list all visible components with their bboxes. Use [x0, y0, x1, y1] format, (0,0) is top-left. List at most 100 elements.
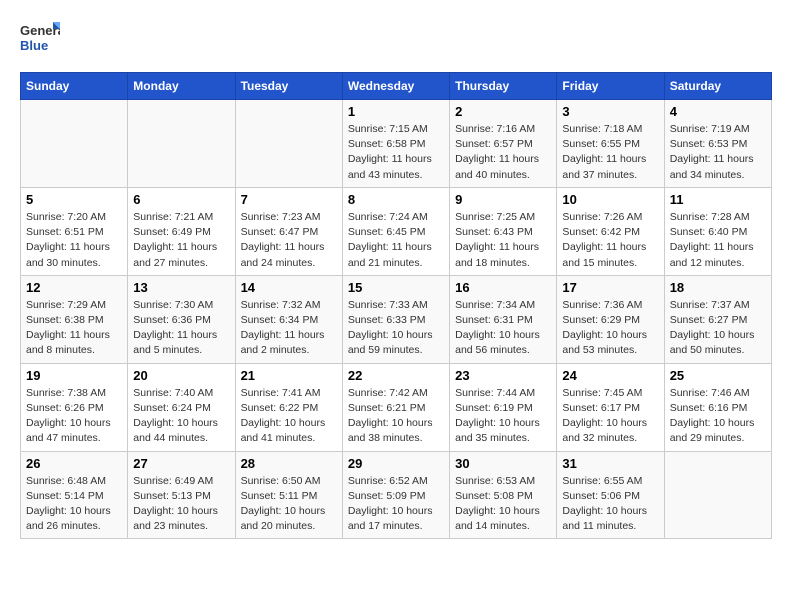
- header-saturday: Saturday: [664, 73, 771, 100]
- day-info: Sunrise: 7:42 AM Sunset: 6:21 PM Dayligh…: [348, 386, 444, 447]
- day-info: Sunrise: 7:16 AM Sunset: 6:57 PM Dayligh…: [455, 122, 551, 183]
- day-number: 9: [455, 192, 551, 207]
- calendar-cell: 17 Sunrise: 7:36 AM Sunset: 6:29 PM Dayli…: [557, 275, 664, 363]
- day-info: Sunrise: 7:33 AM Sunset: 6:33 PM Dayligh…: [348, 298, 444, 359]
- header-wednesday: Wednesday: [342, 73, 449, 100]
- calendar-cell: 10Sunrise: 7:26 AM Sunset: 6:42 PM Dayli…: [557, 187, 664, 275]
- week-row-3: 12 Sunrise: 7:29 AM Sunset: 6:38 PM Dayli…: [21, 275, 772, 363]
- day-info: Sunrise: 6:52 AM Sunset: 5:09 PM Dayligh…: [348, 474, 444, 535]
- day-info: Sunrise: 7:41 AM Sunset: 6:22 PM Dayligh…: [241, 386, 337, 447]
- calendar-cell: 6Sunrise: 7:21 AM Sunset: 6:49 PM Daylig…: [128, 187, 235, 275]
- calendar-cell: 18Sunrise: 7:37 AM Sunset: 6:27 PM Dayli…: [664, 275, 771, 363]
- calendar-cell: 20 Sunrise: 7:40 AM Sunset: 6:24 PM Dayli…: [128, 363, 235, 451]
- header-sunday: Sunday: [21, 73, 128, 100]
- calendar-cell: 15 Sunrise: 7:33 AM Sunset: 6:33 PM Dayli…: [342, 275, 449, 363]
- day-number: 21: [241, 368, 337, 383]
- day-number: 25: [670, 368, 766, 383]
- calendar-cell: [235, 100, 342, 188]
- day-number: 30: [455, 456, 551, 471]
- day-number: 15: [348, 280, 444, 295]
- calendar-cell: 11 Sunrise: 7:28 AM Sunset: 6:40 PM Dayli…: [664, 187, 771, 275]
- day-number: 27: [133, 456, 229, 471]
- day-number: 20: [133, 368, 229, 383]
- calendar-cell: [128, 100, 235, 188]
- calendar-header: SundayMondayTuesdayWednesdayThursdayFrid…: [21, 73, 772, 100]
- day-number: 13: [133, 280, 229, 295]
- day-info: Sunrise: 6:55 AM Sunset: 5:06 PM Dayligh…: [562, 474, 658, 535]
- day-number: 8: [348, 192, 444, 207]
- calendar-cell: 26Sunrise: 6:48 AM Sunset: 5:14 PM Dayli…: [21, 451, 128, 539]
- day-number: 12: [26, 280, 122, 295]
- day-info: Sunrise: 7:25 AM Sunset: 6:43 PM Dayligh…: [455, 210, 551, 271]
- calendar-cell: 22 Sunrise: 7:42 AM Sunset: 6:21 PM Dayli…: [342, 363, 449, 451]
- day-info: Sunrise: 7:19 AM Sunset: 6:53 PM Dayligh…: [670, 122, 766, 183]
- day-info: Sunrise: 7:23 AM Sunset: 6:47 PM Dayligh…: [241, 210, 337, 271]
- header-monday: Monday: [128, 73, 235, 100]
- calendar-body: 1 Sunrise: 7:15 AM Sunset: 6:58 PM Daylig…: [21, 100, 772, 539]
- calendar-cell: 8 Sunrise: 7:24 AM Sunset: 6:45 PM Daylig…: [342, 187, 449, 275]
- day-info: Sunrise: 7:44 AM Sunset: 6:19 PM Dayligh…: [455, 386, 551, 447]
- day-number: 23: [455, 368, 551, 383]
- day-number: 2: [455, 104, 551, 119]
- calendar-cell: 24Sunrise: 7:45 AM Sunset: 6:17 PM Dayli…: [557, 363, 664, 451]
- day-number: 24: [562, 368, 658, 383]
- calendar-cell: 23 Sunrise: 7:44 AM Sunset: 6:19 PM Dayli…: [450, 363, 557, 451]
- calendar-cell: 4Sunrise: 7:19 AM Sunset: 6:53 PM Daylig…: [664, 100, 771, 188]
- day-number: 1: [348, 104, 444, 119]
- day-number: 7: [241, 192, 337, 207]
- day-number: 17: [562, 280, 658, 295]
- day-number: 3: [562, 104, 658, 119]
- day-info: Sunrise: 7:18 AM Sunset: 6:55 PM Dayligh…: [562, 122, 658, 183]
- calendar-cell: 9 Sunrise: 7:25 AM Sunset: 6:43 PM Daylig…: [450, 187, 557, 275]
- day-info: Sunrise: 7:40 AM Sunset: 6:24 PM Dayligh…: [133, 386, 229, 447]
- calendar-cell: 16 Sunrise: 7:34 AM Sunset: 6:31 PM Dayli…: [450, 275, 557, 363]
- day-number: 18: [670, 280, 766, 295]
- day-info: Sunrise: 7:46 AM Sunset: 6:16 PM Dayligh…: [670, 386, 766, 447]
- week-row-1: 1 Sunrise: 7:15 AM Sunset: 6:58 PM Daylig…: [21, 100, 772, 188]
- calendar-table: SundayMondayTuesdayWednesdayThursdayFrid…: [20, 72, 772, 539]
- svg-text:Blue: Blue: [20, 38, 48, 53]
- day-info: Sunrise: 7:30 AM Sunset: 6:36 PM Dayligh…: [133, 298, 229, 359]
- day-info: Sunrise: 7:29 AM Sunset: 6:38 PM Dayligh…: [26, 298, 122, 359]
- day-info: Sunrise: 6:49 AM Sunset: 5:13 PM Dayligh…: [133, 474, 229, 535]
- logo-icon: GeneralBlue: [20, 20, 60, 56]
- day-info: Sunrise: 6:50 AM Sunset: 5:11 PM Dayligh…: [241, 474, 337, 535]
- calendar-cell: 31Sunrise: 6:55 AM Sunset: 5:06 PM Dayli…: [557, 451, 664, 539]
- day-number: 6: [133, 192, 229, 207]
- day-info: Sunrise: 7:28 AM Sunset: 6:40 PM Dayligh…: [670, 210, 766, 271]
- calendar-cell: 14Sunrise: 7:32 AM Sunset: 6:34 PM Dayli…: [235, 275, 342, 363]
- day-number: 19: [26, 368, 122, 383]
- day-info: Sunrise: 7:36 AM Sunset: 6:29 PM Dayligh…: [562, 298, 658, 359]
- day-number: 11: [670, 192, 766, 207]
- day-number: 10: [562, 192, 658, 207]
- day-info: Sunrise: 7:20 AM Sunset: 6:51 PM Dayligh…: [26, 210, 122, 271]
- header-thursday: Thursday: [450, 73, 557, 100]
- calendar-cell: 28 Sunrise: 6:50 AM Sunset: 5:11 PM Dayli…: [235, 451, 342, 539]
- day-number: 14: [241, 280, 337, 295]
- calendar-cell: 29 Sunrise: 6:52 AM Sunset: 5:09 PM Dayli…: [342, 451, 449, 539]
- day-info: Sunrise: 7:24 AM Sunset: 6:45 PM Dayligh…: [348, 210, 444, 271]
- day-info: Sunrise: 7:34 AM Sunset: 6:31 PM Dayligh…: [455, 298, 551, 359]
- calendar-cell: 13 Sunrise: 7:30 AM Sunset: 6:36 PM Dayli…: [128, 275, 235, 363]
- header-row: SundayMondayTuesdayWednesdayThursdayFrid…: [21, 73, 772, 100]
- day-number: 28: [241, 456, 337, 471]
- calendar-cell: 2 Sunrise: 7:16 AM Sunset: 6:57 PM Daylig…: [450, 100, 557, 188]
- day-info: Sunrise: 6:53 AM Sunset: 5:08 PM Dayligh…: [455, 474, 551, 535]
- calendar-cell: 21 Sunrise: 7:41 AM Sunset: 6:22 PM Dayli…: [235, 363, 342, 451]
- calendar-cell: [21, 100, 128, 188]
- day-info: Sunrise: 7:38 AM Sunset: 6:26 PM Dayligh…: [26, 386, 122, 447]
- calendar-cell: 3 Sunrise: 7:18 AM Sunset: 6:55 PM Daylig…: [557, 100, 664, 188]
- day-info: Sunrise: 7:15 AM Sunset: 6:58 PM Dayligh…: [348, 122, 444, 183]
- header-friday: Friday: [557, 73, 664, 100]
- day-number: 16: [455, 280, 551, 295]
- calendar-cell: 1 Sunrise: 7:15 AM Sunset: 6:58 PM Daylig…: [342, 100, 449, 188]
- day-number: 22: [348, 368, 444, 383]
- calendar-cell: 30 Sunrise: 6:53 AM Sunset: 5:08 PM Dayli…: [450, 451, 557, 539]
- calendar-cell: 27 Sunrise: 6:49 AM Sunset: 5:13 PM Dayli…: [128, 451, 235, 539]
- week-row-4: 19 Sunrise: 7:38 AM Sunset: 6:26 PM Dayli…: [21, 363, 772, 451]
- page-header: GeneralBlue: [20, 20, 772, 56]
- header-tuesday: Tuesday: [235, 73, 342, 100]
- week-row-5: 26Sunrise: 6:48 AM Sunset: 5:14 PM Dayli…: [21, 451, 772, 539]
- day-number: 29: [348, 456, 444, 471]
- calendar-cell: [664, 451, 771, 539]
